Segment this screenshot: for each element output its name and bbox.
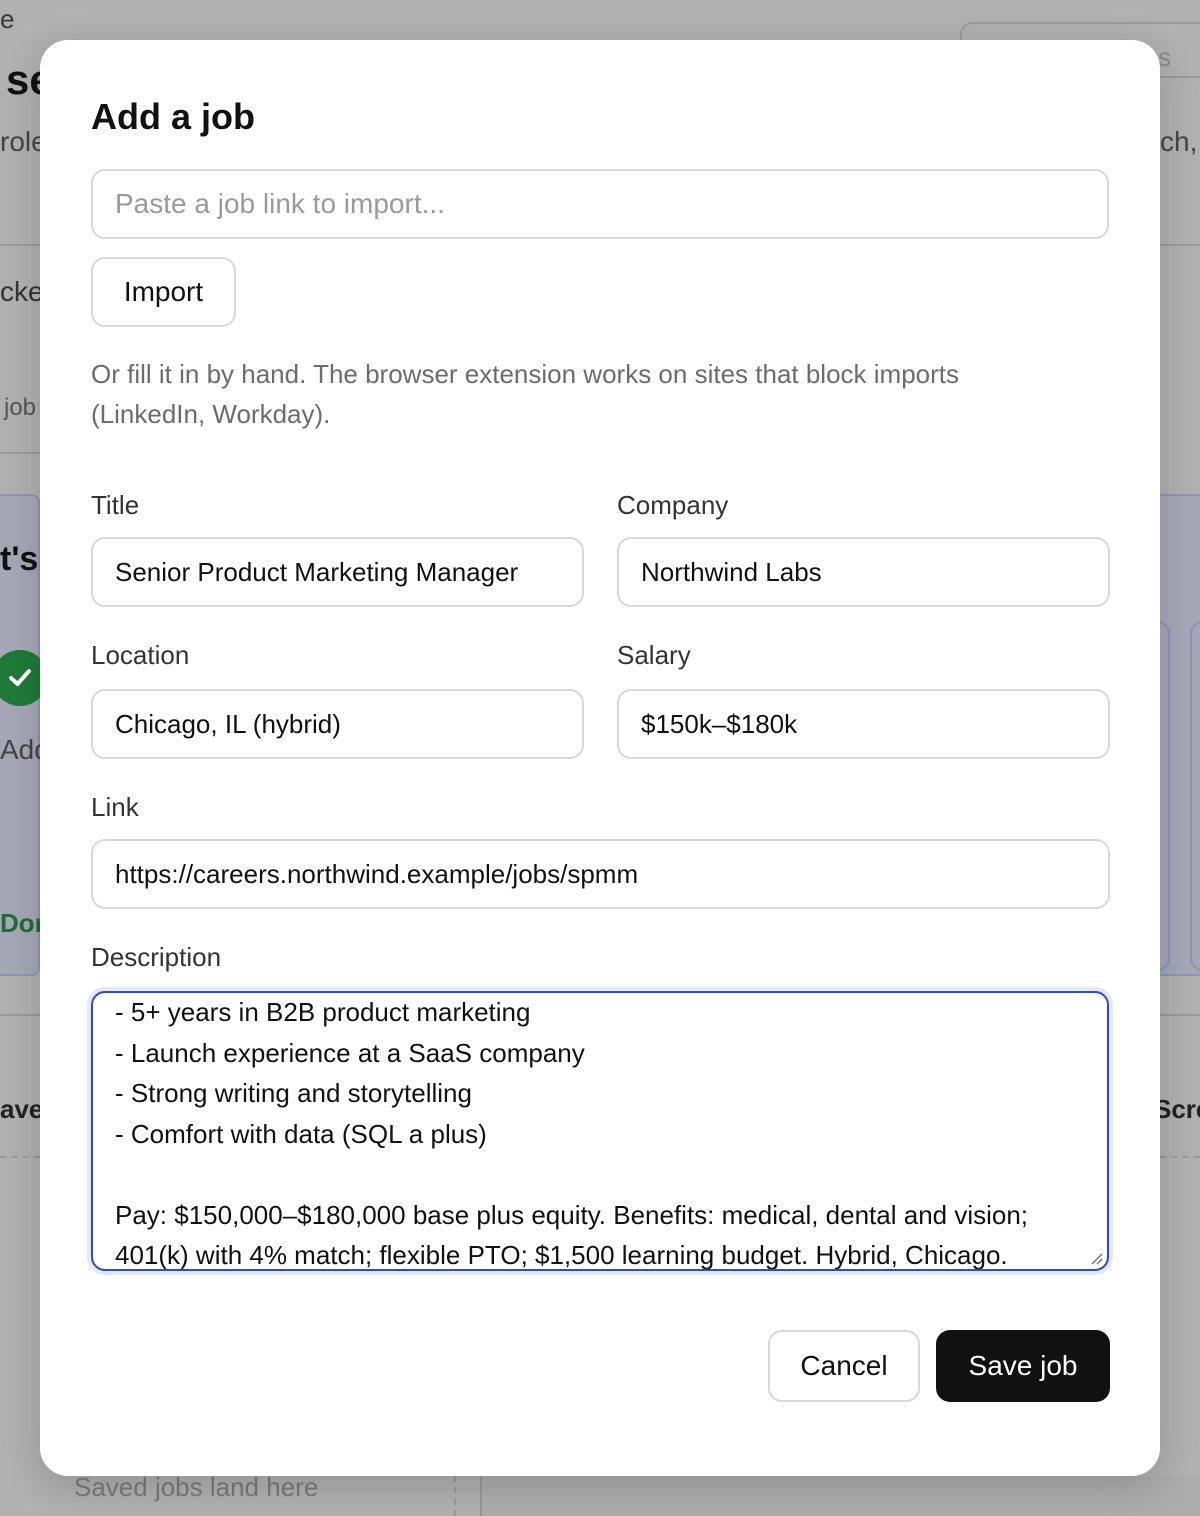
bg-right-text: ch, xyxy=(1160,126,1198,157)
cancel-button[interactable]: Cancel xyxy=(768,1330,920,1402)
save-job-button[interactable]: Save job xyxy=(936,1330,1110,1402)
link-field[interactable]: https://careers.northwind.example/jobs/s… xyxy=(91,839,1110,909)
salary-field[interactable]: $150k–$180k xyxy=(617,689,1110,759)
salary-label: Salary xyxy=(617,640,691,670)
bg-divider xyxy=(0,1014,40,1016)
title-field[interactable]: Senior Product Marketing Manager xyxy=(91,537,584,607)
bg-empty-column-text: Saved jobs land here xyxy=(74,1472,319,1502)
job-link-import-input[interactable] xyxy=(91,169,1109,239)
bg-dashed-divider xyxy=(1160,1156,1200,1158)
import-button[interactable]: Import xyxy=(91,257,236,327)
dialog-title: Add a job xyxy=(91,96,255,137)
bg-divider xyxy=(0,452,40,454)
bg-saved-column-heading: ave xyxy=(0,1094,44,1124)
bg-divider xyxy=(0,244,40,246)
location-field[interactable]: Chicago, IL (hybrid) xyxy=(91,689,584,759)
description-line: - Comfort with data (SQL a plus) xyxy=(115,1118,487,1149)
company-label: Company xyxy=(617,490,729,520)
import-hint-text: Or fill it in by hand. The browser exten… xyxy=(91,359,960,429)
bg-column-panel xyxy=(480,1476,1200,1516)
description-line: - Launch experience at a SaaS company xyxy=(115,1037,585,1068)
bg-step-card xyxy=(1190,620,1200,972)
resize-handle-icon[interactable] xyxy=(1089,1251,1103,1265)
company-field[interactable]: Northwind Labs xyxy=(617,537,1110,607)
location-label: Location xyxy=(91,640,190,670)
description-text: - 5+ years in B2B product marketing - La… xyxy=(115,993,1087,1270)
bg-tracked-text: cke xyxy=(0,276,44,307)
bg-top-text: e xyxy=(0,4,15,34)
add-job-dialog: Add a job Import Or fill it in by hand. … xyxy=(40,40,1160,1476)
bg-screening-column-heading: Scre xyxy=(1154,1094,1200,1124)
bg-onboarding-heading: t's xyxy=(0,540,39,578)
description-line: - 5+ years in B2B product marketing xyxy=(115,997,531,1027)
description-textarea[interactable]: - 5+ years in B2B product marketing - La… xyxy=(91,991,1109,1271)
title-label: Title xyxy=(91,490,140,520)
bg-job-text: job xyxy=(4,394,37,421)
link-label: Link xyxy=(91,792,139,822)
description-line: - Strong writing and storytelling xyxy=(115,1078,472,1108)
description-line: 401(k) with 4% match; flexible PTO; $1,5… xyxy=(115,1240,1008,1270)
description-line xyxy=(115,1154,1087,1195)
description-label: Description xyxy=(91,942,222,972)
description-line: Pay: $150,000–$180,000 base plus equity.… xyxy=(115,1199,1029,1230)
bg-divider xyxy=(1160,1014,1200,1016)
bg-dashed-divider xyxy=(0,1156,40,1158)
bg-divider xyxy=(1160,244,1200,246)
bg-dashed-divider xyxy=(454,1476,456,1516)
